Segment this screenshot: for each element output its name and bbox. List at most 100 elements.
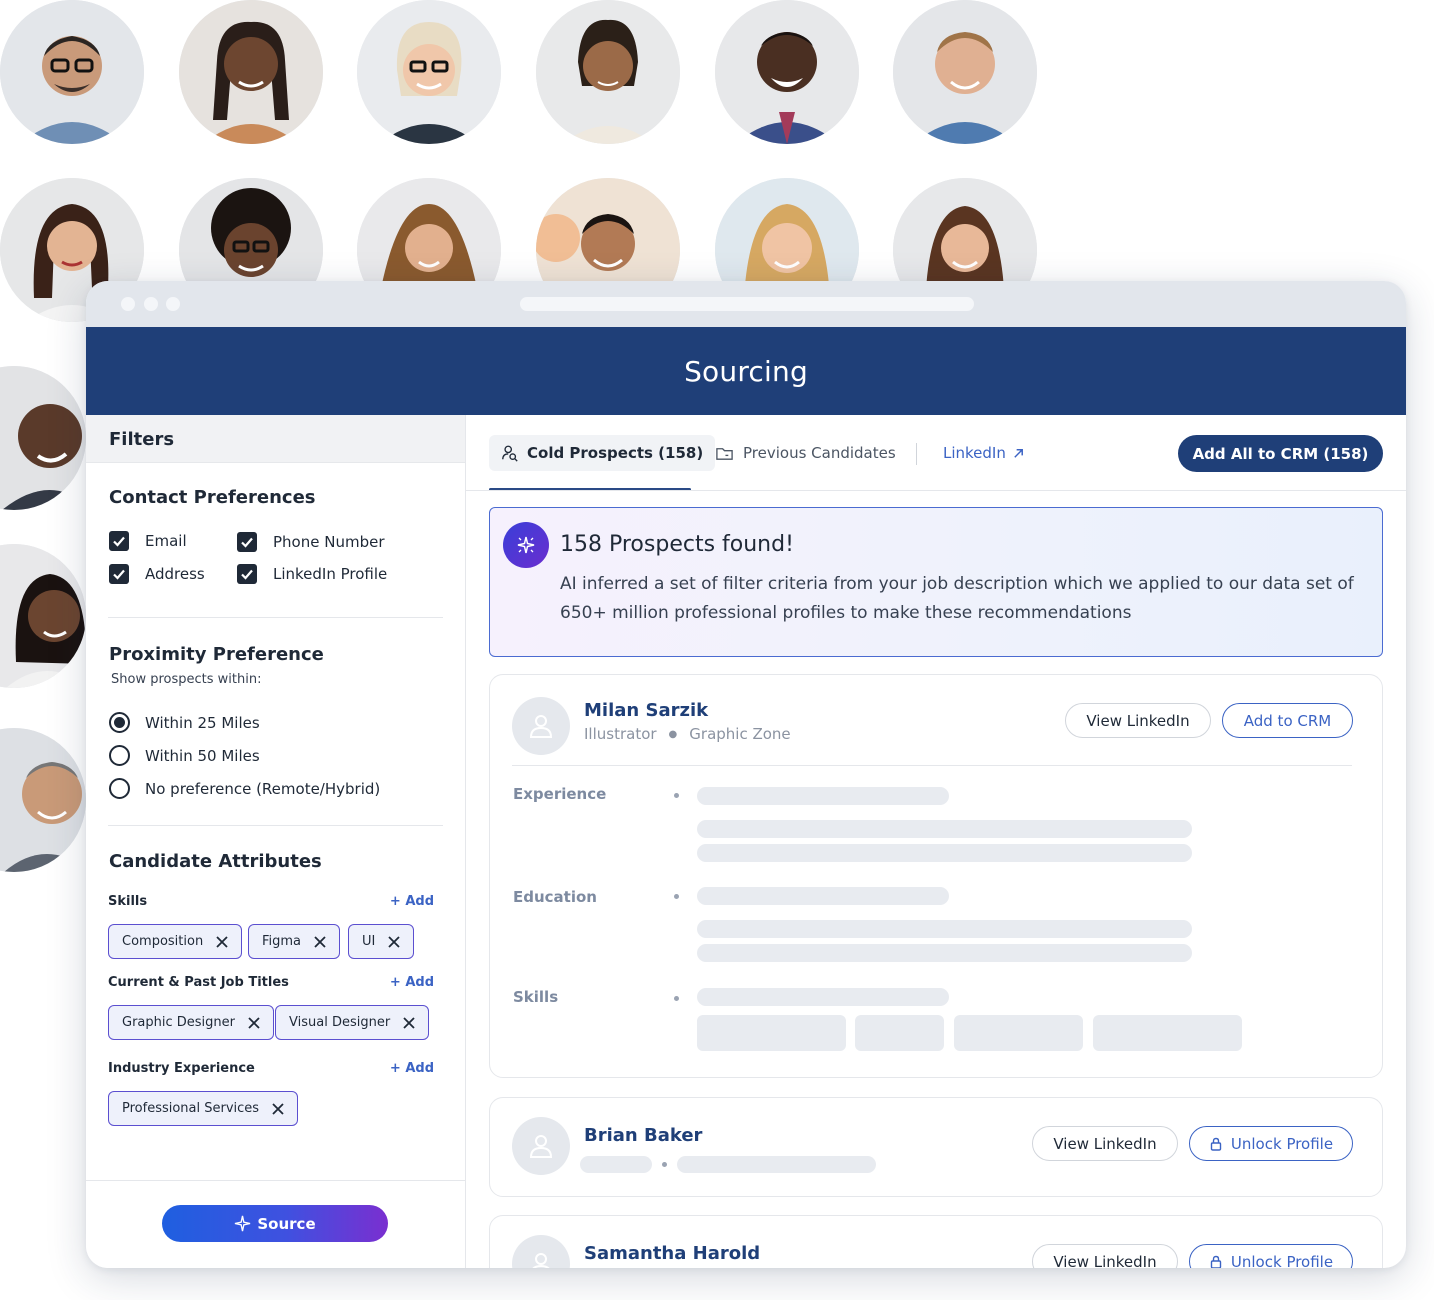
checkbox-checked-icon (237, 564, 257, 584)
skeleton-line (697, 887, 949, 905)
divider (512, 765, 1352, 766)
skeleton-line (580, 1156, 652, 1173)
notice-title: 158 Prospects found! (560, 532, 794, 557)
radio-unselected-icon (109, 778, 130, 799)
radio-selected-icon (109, 712, 130, 733)
bullet-separator: ● (668, 728, 678, 740)
view-linkedin-button[interactable]: View LinkedIn (1032, 1244, 1178, 1268)
radio-unselected-icon (109, 745, 130, 766)
radio-within-50-miles[interactable]: Within 50 Miles (109, 745, 260, 766)
chip-label: Professional Services (122, 1101, 260, 1116)
app-window: Sourcing Filters Contact Preferences Ema… (86, 281, 1406, 1268)
add-skill-link[interactable]: + Add (390, 894, 434, 909)
sparkle-icon (503, 522, 549, 568)
candidate-card: Samantha Harold View LinkedIn Unlock Pro… (489, 1215, 1383, 1268)
chip-label: Visual Designer (289, 1015, 391, 1030)
sparkle-icon (235, 1215, 251, 1232)
radio-no-preference[interactable]: No preference (Remote/Hybrid) (109, 778, 380, 799)
tab-separator (916, 443, 917, 465)
radio-label: No preference (Remote/Hybrid) (145, 779, 381, 798)
candidate-card: Brian Baker View LinkedIn Unlock Profile (489, 1097, 1383, 1197)
add-all-to-crm-button[interactable]: Add All to CRM (158) (1178, 435, 1383, 472)
tab-cold-prospects[interactable]: Cold Prospects (158) (489, 435, 716, 471)
skills-label: Skills (513, 988, 559, 1006)
unlock-profile-button[interactable]: Unlock Profile (1189, 1244, 1353, 1268)
lock-icon (1210, 1137, 1222, 1151)
chip-graphic-designer: Graphic Designer (108, 1005, 274, 1040)
remove-chip-icon[interactable] (215, 935, 229, 949)
avatar-placeholder-icon (512, 697, 570, 755)
avatar-6 (893, 0, 1037, 144)
tab-linkedin[interactable]: LinkedIn (943, 435, 1025, 471)
avatar-1 (0, 0, 144, 144)
user-search-icon (502, 445, 518, 462)
window-dot (144, 297, 158, 311)
source-button[interactable]: Source (162, 1205, 388, 1242)
filters-heading: Filters (86, 415, 465, 463)
avatar-3 (357, 0, 501, 144)
unlock-profile-label: Unlock Profile (1230, 1134, 1334, 1153)
source-button-label: Source (257, 1214, 316, 1233)
notice-body: AI inferred a set of filter criteria fro… (560, 574, 1354, 623)
unlock-profile-button[interactable]: Unlock Profile (1189, 1126, 1353, 1161)
avatar-13 (0, 366, 86, 510)
remove-chip-icon[interactable] (247, 1016, 261, 1030)
remove-chip-icon[interactable] (387, 935, 401, 949)
radio-within-25-miles[interactable]: Within 25 Miles (109, 712, 260, 733)
skeleton-chip (1093, 1015, 1242, 1051)
filters-panel: Filters Contact Preferences Email Phone … (86, 415, 466, 1268)
remove-chip-icon[interactable] (402, 1016, 416, 1030)
skeleton-line (697, 820, 1192, 838)
proximity-preference-title: Proximity Preference (109, 644, 324, 665)
lock-icon (1210, 1255, 1222, 1268)
checkbox-linkedin-profile[interactable]: LinkedIn Profile (237, 564, 387, 584)
candidate-company: Graphic Zone (689, 725, 791, 743)
candidate-name[interactable]: Milan Sarzik (584, 700, 708, 721)
checkbox-checked-icon (109, 564, 129, 584)
tab-label: Cold Prospects (158) (527, 444, 704, 462)
experience-label: Experience (513, 785, 607, 803)
bullet (662, 1162, 667, 1167)
skills-label: Skills (108, 894, 148, 909)
skeleton-chip (954, 1015, 1083, 1051)
tab-previous-candidates[interactable]: Previous Candidates (715, 435, 896, 471)
chip-professional-services: Professional Services (108, 1091, 299, 1126)
checkbox-phone-number[interactable]: Phone Number (237, 532, 385, 552)
skeleton-line (697, 988, 949, 1006)
candidate-role: Illustrator (584, 725, 657, 743)
address-bar[interactable] (520, 297, 974, 311)
prospects-found-notice: 158 Prospects found! AI inferred a set o… (489, 507, 1383, 657)
radio-label: Within 25 Miles (145, 713, 260, 732)
window-chrome (86, 281, 1406, 327)
remove-chip-icon[interactable] (271, 1102, 285, 1116)
results-panel: Cold Prospects (158) Previous Candidates… (466, 415, 1406, 1268)
radio-label: Within 50 Miles (145, 746, 260, 765)
avatar-placeholder-icon (512, 1117, 570, 1175)
checkbox-label: Address (145, 565, 205, 583)
bullet (674, 996, 679, 1001)
avatar-placeholder-icon (512, 1235, 570, 1268)
industry-experience-label: Industry Experience (108, 1061, 255, 1076)
folder-icon (716, 447, 733, 460)
checkbox-email[interactable]: Email (109, 531, 187, 551)
view-linkedin-button[interactable]: View LinkedIn (1032, 1126, 1178, 1161)
checkbox-label: Phone Number (273, 533, 385, 551)
add-industry-link[interactable]: + Add (390, 1061, 434, 1076)
add-to-crm-button[interactable]: Add to CRM (1222, 703, 1353, 738)
tab-label: LinkedIn (943, 444, 1006, 462)
checkbox-address[interactable]: Address (109, 564, 205, 584)
skeleton-line (697, 920, 1192, 938)
remove-chip-icon[interactable] (313, 935, 327, 949)
skeleton-line (697, 944, 1192, 962)
add-job-title-link[interactable]: + Add (390, 975, 434, 990)
avatar-15 (0, 728, 86, 872)
candidate-name[interactable]: Samantha Harold (584, 1243, 760, 1264)
candidate-name[interactable]: Brian Baker (584, 1125, 702, 1146)
bullet (674, 793, 679, 798)
view-linkedin-button[interactable]: View LinkedIn (1065, 703, 1211, 738)
chip-label: Graphic Designer (122, 1015, 235, 1030)
divider (108, 617, 443, 618)
contact-preferences-title: Contact Preferences (109, 487, 316, 508)
avatar-14 (0, 544, 86, 688)
unlock-profile-label: Unlock Profile (1230, 1252, 1334, 1269)
